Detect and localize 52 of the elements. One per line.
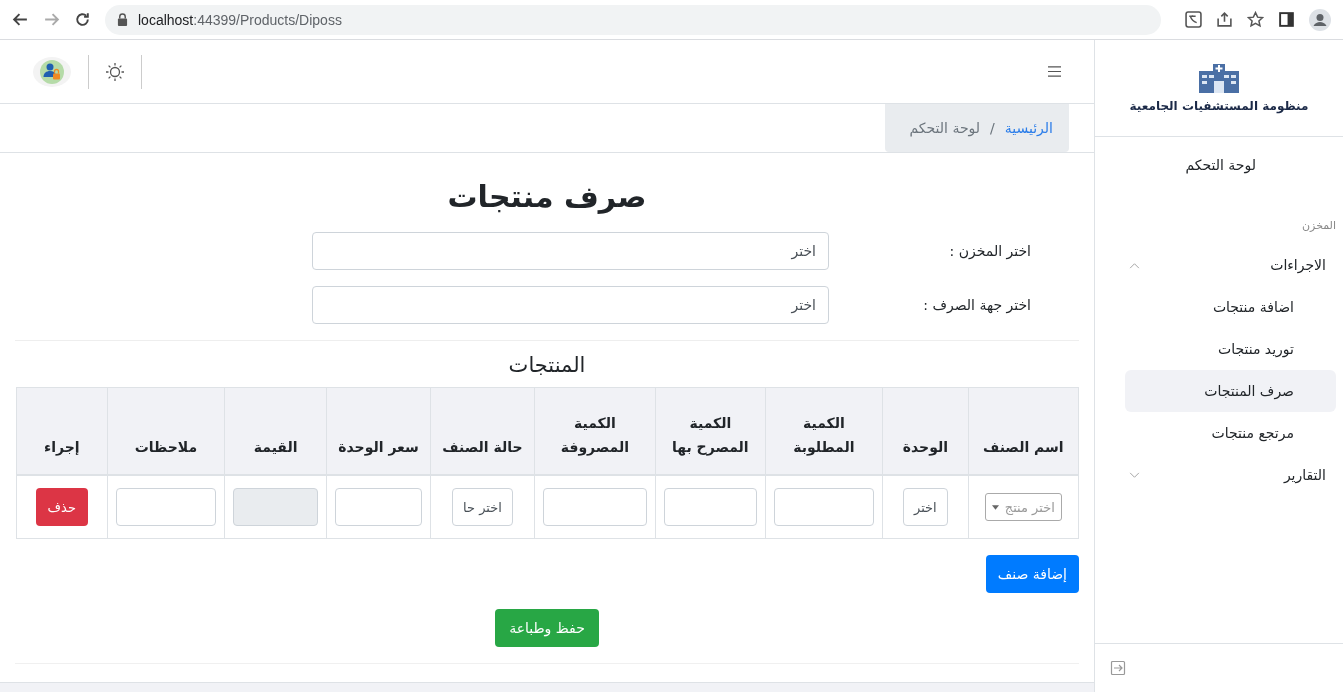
column-header: القيمة bbox=[224, 387, 327, 475]
column-header: الكمية المصرح بها bbox=[655, 387, 766, 475]
menu-icon[interactable] bbox=[1047, 65, 1062, 78]
select-field[interactable]: اختر bbox=[903, 488, 948, 526]
column-header: حالة الصنف bbox=[430, 387, 535, 475]
breadcrumb-link[interactable]: الرئيسية bbox=[1004, 120, 1053, 136]
user-avatar-icon[interactable] bbox=[32, 55, 72, 88]
input-field[interactable] bbox=[115, 488, 217, 526]
column-header: الكمية المصروفة bbox=[534, 387, 656, 475]
delete-button[interactable]: حذف bbox=[35, 488, 88, 526]
select-field[interactable]: اختر حا bbox=[452, 488, 513, 526]
input-field[interactable] bbox=[542, 488, 647, 526]
sidebar-group[interactable]: الاجراءات bbox=[1270, 257, 1326, 273]
breadcrumb-separator: / bbox=[990, 120, 995, 136]
column-header: سعر الوحدة bbox=[326, 387, 431, 475]
sidebar-section-label: المخزن bbox=[1302, 219, 1336, 232]
address-bar[interactable]: localhost:44399/Products/Diposs bbox=[105, 4, 1161, 35]
caret-icon bbox=[991, 504, 999, 510]
page-title: صرف منتجات bbox=[446, 179, 648, 214]
star-icon[interactable] bbox=[1247, 11, 1264, 28]
table-title: المنتجات bbox=[507, 353, 587, 377]
side-panel-icon[interactable] bbox=[1278, 11, 1295, 28]
lock-icon bbox=[117, 13, 128, 26]
input-field[interactable] bbox=[773, 488, 875, 526]
field-label: اختر جهة الصرف : bbox=[922, 297, 1032, 313]
field-label: اختر المخزن : bbox=[948, 243, 1032, 259]
sun-icon[interactable] bbox=[105, 61, 125, 82]
column-header: الكمية المطلوبة bbox=[765, 387, 883, 475]
reload-icon[interactable] bbox=[74, 11, 91, 28]
input-field[interactable] bbox=[663, 488, 757, 526]
sidebar-subitem[interactable]: صرف المنتجات bbox=[1125, 370, 1336, 412]
sidebar-item[interactable]: لوحة التحكم bbox=[1185, 151, 1336, 179]
column-header: اسم الصنف bbox=[968, 387, 1079, 475]
select-field[interactable]: اختر bbox=[312, 286, 829, 324]
translate-icon[interactable] bbox=[1185, 11, 1202, 28]
breadcrumb-current: لوحة التحكم bbox=[909, 120, 981, 136]
logout-icon[interactable] bbox=[1110, 660, 1126, 676]
column-header: الوحدة bbox=[882, 387, 969, 475]
column-header: إجراء bbox=[16, 387, 107, 475]
sidebar-subitem[interactable]: توريد منتجات bbox=[1125, 328, 1336, 370]
sidebar-subitem[interactable]: اضافة منتجات bbox=[1125, 286, 1336, 328]
sidebar-subitem[interactable]: مرتجع منتجات bbox=[1125, 412, 1336, 454]
back-icon[interactable] bbox=[12, 11, 29, 28]
hospital-icon bbox=[1197, 63, 1241, 93]
input-field[interactable] bbox=[334, 488, 423, 526]
column-header: ملاحظات bbox=[107, 387, 225, 475]
sidebar-group[interactable]: التقارير bbox=[1283, 467, 1326, 483]
brand-name: منظومة المستشفيات الجامعية bbox=[1129, 99, 1309, 113]
profile-icon[interactable] bbox=[1309, 8, 1331, 31]
select-field[interactable]: اختر bbox=[312, 232, 829, 270]
share-icon[interactable] bbox=[1216, 11, 1233, 28]
add-item-button[interactable]: إضافة صنف bbox=[985, 555, 1079, 593]
